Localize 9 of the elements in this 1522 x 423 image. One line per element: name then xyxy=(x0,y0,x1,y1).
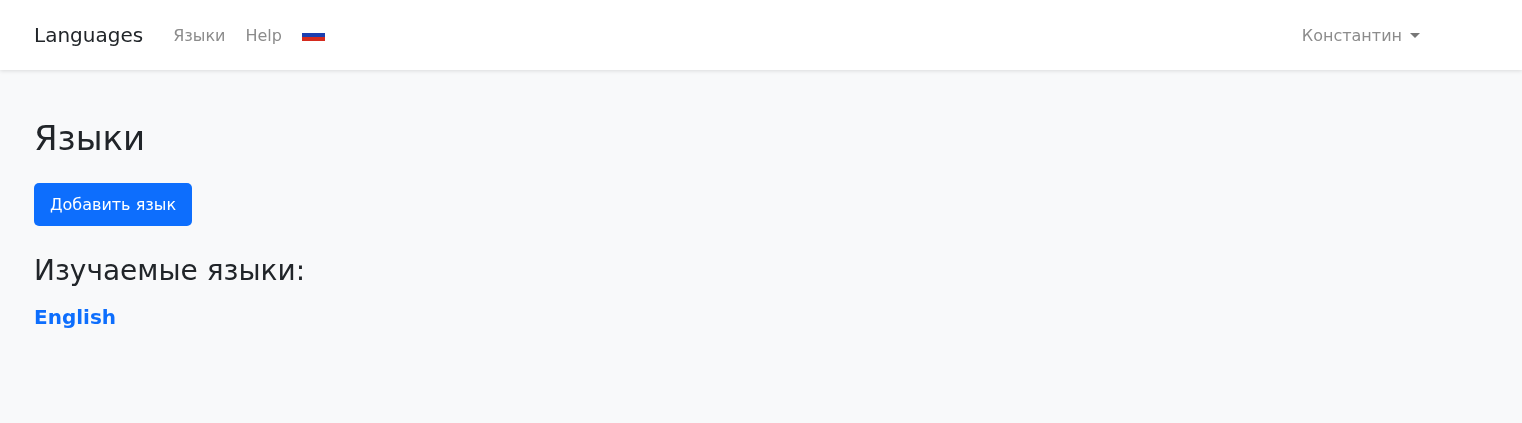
user-menu[interactable]: Константин xyxy=(1301,25,1420,45)
add-language-button[interactable]: Добавить язык xyxy=(34,183,193,227)
nav-link[interactable]: Языки xyxy=(173,25,226,45)
caret-icon xyxy=(1410,32,1420,38)
section-title: Изучаемые языки: xyxy=(34,256,306,288)
nav-link[interactable]: Help xyxy=(245,25,282,45)
language-link[interactable]: English xyxy=(34,305,117,330)
page-title: Языки xyxy=(34,120,146,158)
brand-link[interactable]: Languages xyxy=(34,23,144,47)
